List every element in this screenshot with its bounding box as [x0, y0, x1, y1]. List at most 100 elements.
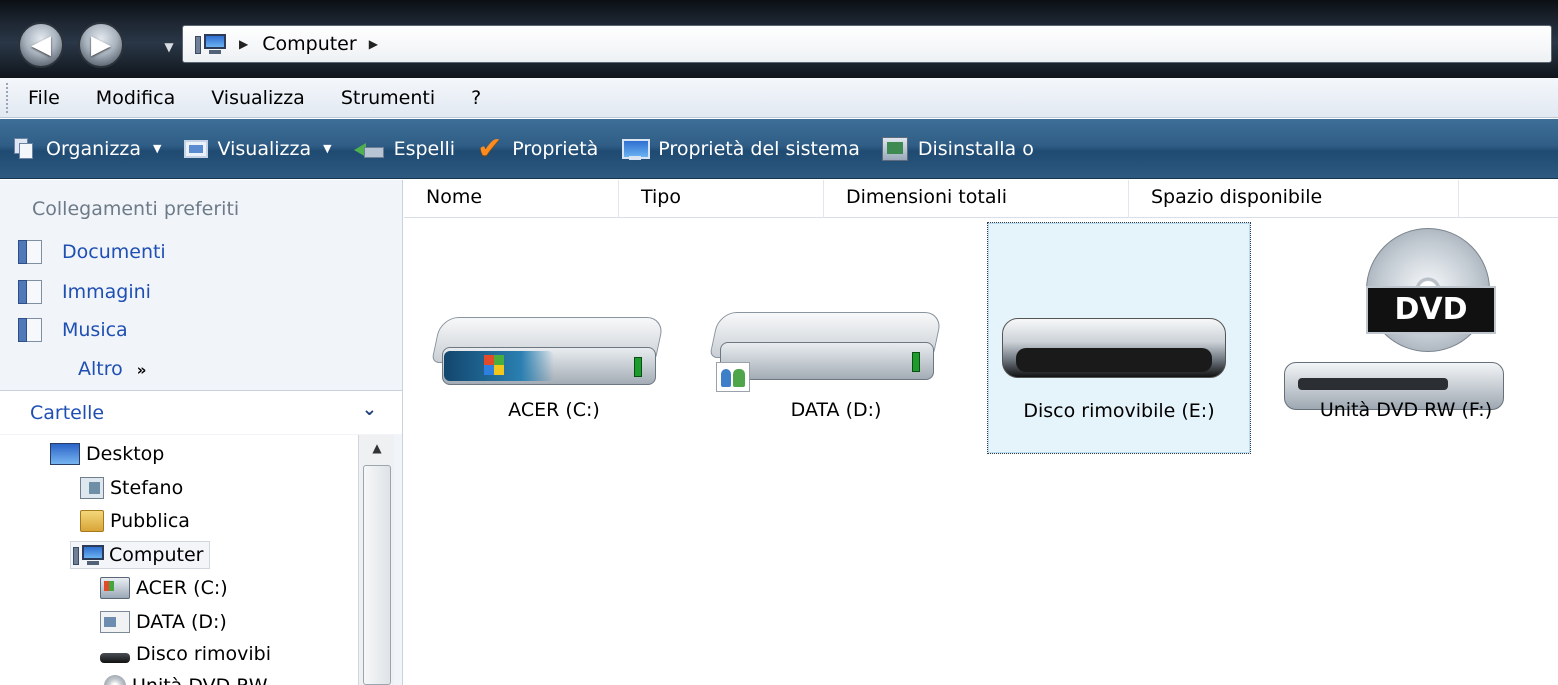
desktop-icon	[50, 443, 80, 465]
drive-item-dvd-f[interactable]: DVD Unità DVD RW (F:)	[1274, 222, 1538, 454]
checkmark-icon: ✔	[477, 130, 503, 166]
organize-button[interactable]: Organizza ▼	[14, 137, 162, 160]
system-drive-icon	[100, 577, 130, 599]
folders-label: Cartelle	[30, 401, 105, 424]
chevron-down-icon: ▼	[323, 142, 332, 155]
drive-item-data-d[interactable]: DATA (D:)	[704, 222, 968, 454]
tree-item-pubblica[interactable]: Pubblica	[80, 510, 190, 532]
back-arrow-icon: ◀	[31, 30, 51, 60]
scroll-up-icon[interactable]: ▲	[359, 435, 395, 461]
system-properties-button[interactable]: Proprietà del sistema	[620, 137, 860, 161]
tree-item-data-d[interactable]: DATA (D:)	[100, 611, 227, 633]
favorite-link-label: Immagini	[62, 281, 151, 303]
breadcrumb-computer[interactable]: Computer	[262, 33, 356, 55]
back-button[interactable]: ◀	[18, 22, 64, 68]
tree-item-computer[interactable]: Computer	[70, 541, 211, 569]
drive-label: DATA (D:)	[790, 399, 882, 421]
system-properties-label: Proprietà del sistema	[658, 137, 860, 160]
favorites-header: Collegamenti preferiti	[32, 198, 240, 220]
scrollbar-thumb[interactable]	[363, 465, 391, 685]
column-headers: Nome Tipo Dimensioni totali Spazio dispo…	[404, 180, 1558, 218]
pictures-icon	[18, 280, 42, 304]
folders-header[interactable]: Cartelle ⌄	[0, 390, 402, 434]
favorite-link-documents[interactable]: Documenti	[18, 240, 166, 264]
toolbar-grip[interactable]	[6, 82, 10, 113]
computer-icon	[73, 544, 104, 566]
organize-label: Organizza	[46, 137, 142, 160]
menu-view[interactable]: Visualizza	[207, 85, 309, 111]
tree-item-label: Desktop	[86, 443, 165, 465]
tree-item-stefano[interactable]: Stefano	[80, 477, 183, 499]
tree-scrollbar[interactable]: ▲	[358, 435, 394, 685]
tree-item-label: Computer	[109, 544, 204, 566]
tree-item-removable-e[interactable]: Disco rimovibi	[100, 643, 271, 665]
dvd-badge: DVD	[1366, 286, 1496, 334]
drive-item-removable-e[interactable]: Disco rimovibile (E:)	[987, 222, 1251, 454]
tree-item-dvd-f[interactable]: Unità DVD RW	[104, 675, 268, 685]
eject-button[interactable]: Espelli	[353, 137, 456, 160]
forward-button[interactable]: ▶	[78, 22, 124, 68]
removable-drive-icon	[100, 653, 130, 663]
views-icon	[183, 139, 208, 158]
command-toolbar: Organizza ▼ Visualizza ▼ Espelli ✔ Propr…	[0, 119, 1558, 179]
dvd-drive-icon	[104, 675, 126, 685]
menu-bar: File Modifica Visualizza Strumenti ?	[0, 78, 1558, 118]
properties-label: Proprietà	[512, 137, 599, 160]
computer-icon	[195, 33, 227, 55]
tree-item-label: Stefano	[110, 477, 184, 499]
menu-tools[interactable]: Strumenti	[337, 85, 439, 111]
chevron-down-icon: ▼	[164, 40, 174, 54]
window-title-area: ◀ ▶ ▼ ▶ Computer ▶	[0, 0, 1558, 78]
tree-item-label: Pubblica	[110, 510, 190, 532]
folder-tree: Desktop Stefano Pubblica Computer ACER (…	[0, 435, 358, 685]
favorite-link-music[interactable]: Musica	[18, 318, 128, 342]
column-header-free-space[interactable]: Spazio disponibile	[1129, 180, 1459, 218]
music-icon	[18, 318, 42, 342]
eject-label: Espelli	[393, 137, 456, 160]
tree-item-label: Unità DVD RW	[132, 675, 268, 685]
menu-file[interactable]: File	[24, 85, 64, 111]
chevron-down-icon[interactable]: ⌄	[362, 399, 377, 420]
shared-users-icon	[716, 362, 750, 392]
uninstall-button[interactable]: Disinstalla o	[881, 136, 1034, 161]
menu-edit[interactable]: Modifica	[92, 85, 179, 111]
chevron-down-icon: ▼	[153, 142, 162, 155]
column-header-type[interactable]: Tipo	[619, 180, 824, 218]
more-favorites-link[interactable]: Altro »	[78, 358, 147, 380]
tree-item-label: DATA (D:)	[136, 611, 227, 633]
drive-label: ACER (C:)	[508, 399, 600, 421]
drive-label: Disco rimovibile (E:)	[1023, 400, 1215, 422]
folder-icon	[80, 510, 104, 532]
navigation-pane: Collegamenti preferiti Documenti Immagin…	[0, 180, 403, 685]
menu-help[interactable]: ?	[467, 85, 485, 111]
shared-drive-icon	[100, 611, 130, 633]
uninstall-label: Disinstalla o	[917, 137, 1034, 160]
windows-hard-drive-icon	[431, 317, 665, 389]
properties-button[interactable]: ✔ Proprietà	[477, 130, 599, 166]
file-list-pane: Nome Tipo Dimensioni totali Spazio dispo…	[404, 180, 1558, 685]
more-label: Altro	[78, 358, 123, 380]
double-chevron-icon: »	[136, 361, 147, 379]
drive-item-acer-c[interactable]: ACER (C:)	[422, 222, 686, 454]
tree-item-acer-c[interactable]: ACER (C:)	[100, 577, 228, 599]
column-header-total-size[interactable]: Dimensioni totali	[824, 180, 1129, 218]
uninstall-icon	[881, 136, 908, 161]
breadcrumb-separator-icon[interactable]: ▶	[369, 37, 378, 51]
system-properties-icon	[620, 137, 651, 161]
views-button[interactable]: Visualizza ▼	[183, 138, 332, 160]
column-header-name[interactable]: Nome	[404, 180, 619, 218]
recent-pages-dropdown[interactable]: ▼	[160, 36, 178, 58]
favorite-link-label: Musica	[62, 319, 128, 341]
tree-item-label: Disco rimovibi	[136, 643, 272, 665]
organize-icon	[14, 137, 36, 160]
drive-label: Unità DVD RW (F:)	[1319, 399, 1493, 421]
tree-item-label: ACER (C:)	[136, 577, 228, 599]
removable-disk-icon	[1002, 308, 1226, 382]
forward-arrow-icon: ▶	[91, 30, 111, 60]
breadcrumb-separator-icon[interactable]: ▶	[239, 37, 248, 51]
favorite-link-label: Documenti	[62, 241, 166, 263]
tree-item-desktop[interactable]: Desktop	[50, 443, 164, 465]
eject-icon	[353, 140, 384, 158]
favorite-link-pictures[interactable]: Immagini	[18, 280, 151, 304]
address-bar[interactable]: ▶ Computer ▶	[182, 25, 1552, 63]
